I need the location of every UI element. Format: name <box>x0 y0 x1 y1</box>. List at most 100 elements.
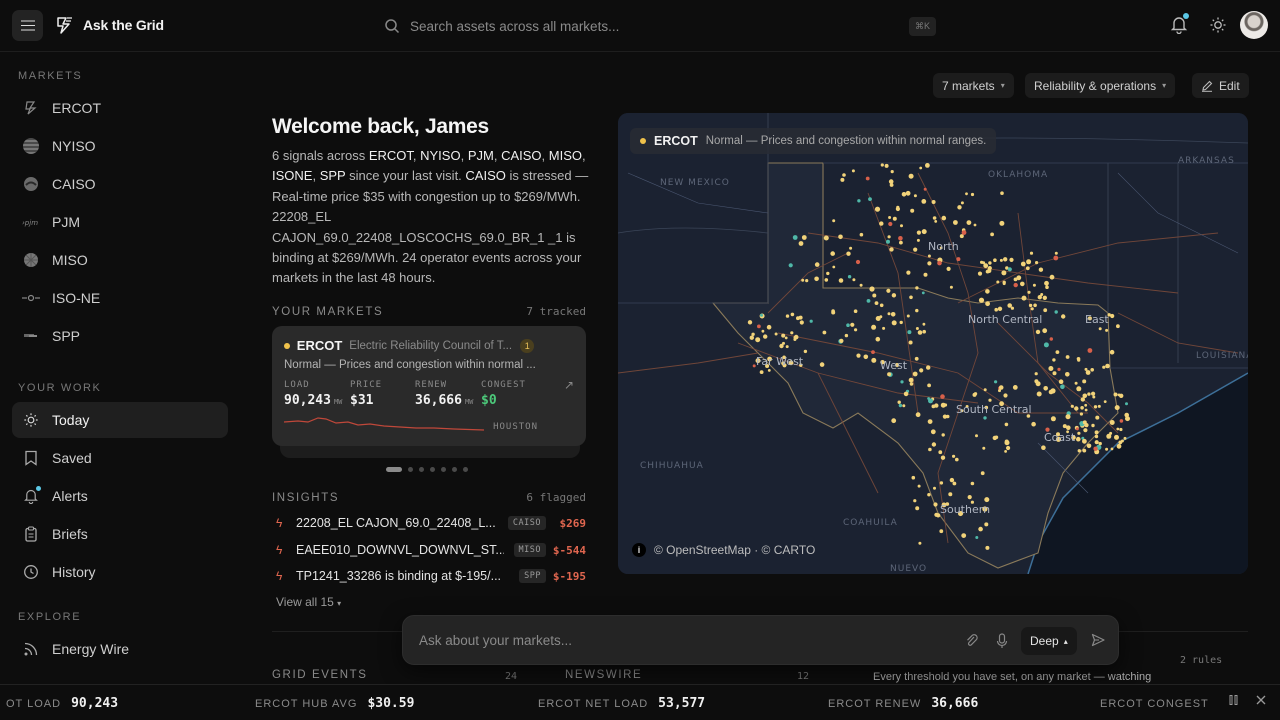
asset-dot[interactable] <box>984 522 989 527</box>
asset-dot[interactable] <box>871 357 877 363</box>
asset-dot[interactable] <box>972 392 977 397</box>
close-icon[interactable] <box>1255 694 1267 706</box>
asset-dot[interactable] <box>1025 266 1030 271</box>
asset-dot[interactable] <box>875 336 881 342</box>
asset-dot[interactable] <box>916 238 920 242</box>
asset-dot[interactable] <box>1041 445 1046 451</box>
asset-dot[interactable] <box>917 484 921 488</box>
asset-dot[interactable] <box>1054 251 1058 255</box>
asset-dot[interactable] <box>1062 424 1067 429</box>
asset-dot[interactable] <box>1038 267 1044 272</box>
asset-dot[interactable] <box>759 370 764 374</box>
asset-dot[interactable] <box>961 533 967 538</box>
asset-dot[interactable] <box>937 260 942 266</box>
asset-dot[interactable] <box>882 326 886 330</box>
asset-dot[interactable] <box>983 416 987 420</box>
asset-dot[interactable] <box>1065 414 1071 420</box>
asset-dot[interactable] <box>914 356 919 361</box>
asset-dot[interactable] <box>790 312 795 317</box>
asset-dot[interactable] <box>747 320 753 325</box>
asset-dot[interactable] <box>931 442 937 447</box>
asset-dot[interactable] <box>982 446 986 450</box>
asset-dot[interactable] <box>887 312 891 316</box>
ticker-item[interactable]: ERCOT NET LOAD 53,577 <box>538 696 705 711</box>
asset-dot[interactable] <box>1084 423 1089 428</box>
asset-dot[interactable] <box>1042 295 1047 300</box>
asset-dot[interactable] <box>1103 400 1107 403</box>
asset-dot[interactable] <box>1098 327 1102 331</box>
asset-dot[interactable] <box>913 247 918 252</box>
asset-dot[interactable] <box>934 403 939 408</box>
asset-dot[interactable] <box>1114 434 1119 440</box>
asset-dot[interactable] <box>785 314 790 318</box>
asset-dot[interactable] <box>1049 274 1055 280</box>
asset-dot[interactable] <box>779 343 784 349</box>
asset-dot[interactable] <box>1102 365 1106 369</box>
asset-dot[interactable] <box>1082 438 1087 444</box>
asset-dot[interactable] <box>891 418 897 424</box>
asset-dot[interactable] <box>854 328 858 332</box>
asset-dot[interactable] <box>1106 433 1112 439</box>
asset-dot[interactable] <box>928 447 932 452</box>
asset-dot[interactable] <box>949 285 953 289</box>
asset-dot[interactable] <box>1049 337 1053 341</box>
asset-dot[interactable] <box>865 176 870 181</box>
asset-dot[interactable] <box>932 216 937 220</box>
asset-dot[interactable] <box>909 382 914 386</box>
asset-dot[interactable] <box>1002 282 1006 286</box>
asset-dot[interactable] <box>832 219 836 223</box>
asset-dot[interactable] <box>1055 350 1060 354</box>
asset-dot[interactable] <box>984 497 990 503</box>
asset-dot[interactable] <box>838 234 843 240</box>
asset-dot[interactable] <box>1076 436 1081 442</box>
asset-dot[interactable] <box>1035 261 1039 265</box>
asset-dot[interactable] <box>1105 328 1109 332</box>
asset-dot[interactable] <box>983 388 987 392</box>
asset-dot[interactable] <box>784 336 788 340</box>
asset-dot[interactable] <box>988 261 992 265</box>
asset-dot[interactable] <box>916 230 921 235</box>
asset-dot[interactable] <box>1052 358 1056 362</box>
asset-dot[interactable] <box>985 545 990 550</box>
asset-dot[interactable] <box>1125 402 1128 406</box>
asset-dot[interactable] <box>1001 270 1007 276</box>
asset-dot[interactable] <box>899 320 903 325</box>
ticker-item[interactable]: ERCOT HUB AVG $30.59 <box>255 696 414 711</box>
asset-dot[interactable] <box>855 259 861 265</box>
asset-dot[interactable] <box>1004 450 1007 453</box>
asset-dot[interactable] <box>793 338 797 341</box>
asset-dot[interactable] <box>822 330 827 335</box>
asset-dot[interactable] <box>918 541 922 545</box>
asset-dot[interactable] <box>1109 349 1115 355</box>
asset-dot[interactable] <box>939 529 944 534</box>
asset-dot[interactable] <box>1013 282 1018 288</box>
asset-dot[interactable] <box>1033 303 1037 308</box>
asset-dot[interactable] <box>1026 259 1032 265</box>
asset-dot[interactable] <box>915 412 921 418</box>
asset-dot[interactable] <box>1034 379 1039 384</box>
asset-dot[interactable] <box>1034 372 1038 376</box>
asset-dot[interactable] <box>993 258 997 262</box>
asset-dot[interactable] <box>1042 328 1048 334</box>
asset-dot[interactable] <box>846 251 851 256</box>
asset-dot[interactable] <box>839 338 844 343</box>
pager-dot[interactable] <box>452 467 457 472</box>
asset-dot[interactable] <box>978 297 985 303</box>
asset-dot[interactable] <box>761 329 765 333</box>
asset-dot[interactable] <box>1044 280 1049 286</box>
asset-dot[interactable] <box>919 368 924 373</box>
asset-dot[interactable] <box>859 232 864 237</box>
asset-dot[interactable] <box>874 206 881 212</box>
asset-dot[interactable] <box>966 220 972 225</box>
asset-dot[interactable] <box>996 280 1000 284</box>
asset-dot[interactable] <box>942 414 947 419</box>
asset-dot[interactable] <box>1037 295 1042 300</box>
asset-dot[interactable] <box>1105 447 1109 451</box>
asset-dot[interactable] <box>852 278 856 282</box>
asset-dot[interactable] <box>1052 371 1057 376</box>
asset-dot[interactable] <box>941 433 945 437</box>
asset-dot[interactable] <box>890 312 896 317</box>
asset-dot[interactable] <box>831 309 835 313</box>
asset-dot[interactable] <box>1004 422 1009 427</box>
asset-dot[interactable] <box>985 301 990 307</box>
